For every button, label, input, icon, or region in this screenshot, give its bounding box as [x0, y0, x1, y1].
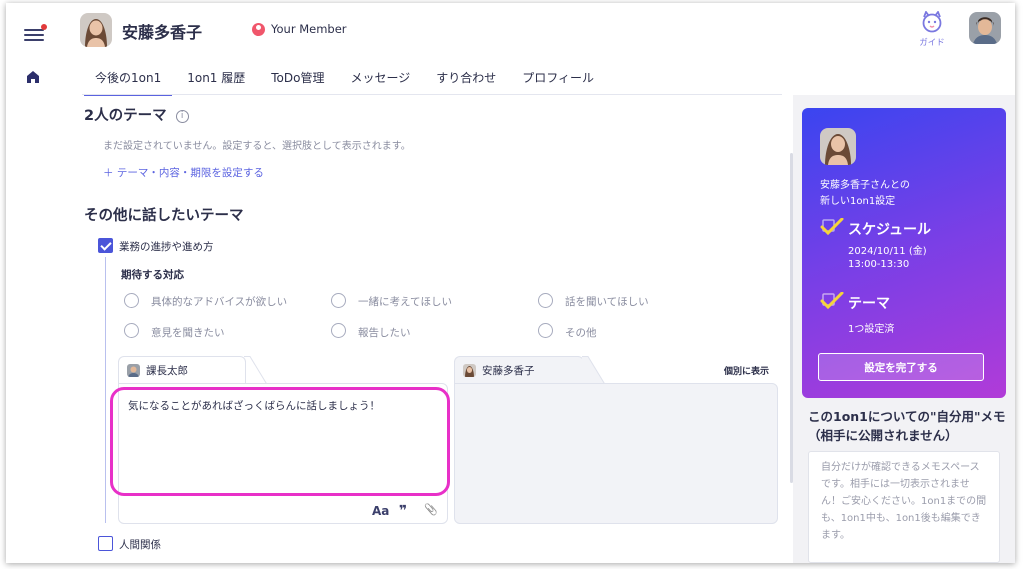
tab-alignment[interactable]: すり合わせ: [423, 66, 509, 96]
font-format-icon[interactable]: Aa: [372, 504, 389, 518]
option-label-listen: 話を聞いてほしい: [565, 296, 649, 308]
member-memo-tab: 安藤多香子: [454, 356, 584, 384]
member-mini-avatar: [463, 364, 476, 377]
option-label-report: 報告したい: [358, 327, 411, 339]
option-label-advice: 具体的なアドバイスが欲しい: [151, 296, 288, 308]
member-role-label: Your Member: [271, 22, 347, 36]
home-icon[interactable]: [26, 69, 40, 88]
guide-label: ガイド: [919, 38, 945, 48]
schedule-title: スケジュール: [848, 222, 932, 238]
progress-checkbox[interactable]: [98, 238, 113, 253]
card-intro-line1: 安藤多香子さんとの: [820, 180, 910, 191]
add-theme-link[interactable]: ＋ テーマ・内容・期限を設定する: [103, 165, 264, 180]
theme-count: 1つ設定済: [848, 324, 895, 335]
relationship-checkbox-label: 人間関係: [119, 539, 161, 551]
option-radio-think-together[interactable]: [331, 293, 346, 308]
card-member-avatar: [820, 128, 856, 165]
member-avatar: [80, 13, 112, 47]
card-intro: 安藤多香子さんとの 新しい1on1設定: [820, 178, 910, 210]
schedule-check-icon: [820, 218, 844, 236]
option-radio-listen[interactable]: [538, 293, 553, 308]
theme-title: テーマ: [848, 296, 890, 312]
tab-messages[interactable]: メッセージ: [337, 66, 423, 96]
self-memo-title-line2: （相手に公開されません）: [808, 428, 958, 443]
member-memo-box: [454, 383, 778, 524]
my-avatar[interactable]: [969, 12, 1001, 44]
manager-name: 課長太郎: [146, 365, 188, 377]
relationship-checkbox[interactable]: [98, 536, 113, 551]
theme-check-icon: [820, 292, 844, 310]
member-role: Your Member: [252, 22, 347, 36]
self-memo-textarea[interactable]: 自分だけが確認できるメモスペースです。相手には一切表示されません！ご安心ください…: [808, 451, 1000, 563]
manager-memo-text[interactable]: 気になることがあればざっくばらんに話しましょう！: [128, 398, 380, 413]
option-label-think-together: 一緒に考えてほしい: [358, 296, 452, 308]
member-tab-slant: [582, 356, 606, 385]
option-label-opinion: 意見を聞きたい: [151, 327, 225, 339]
info-icon[interactable]: i: [175, 110, 189, 123]
menu-icon[interactable]: [24, 24, 47, 43]
themes-empty-text: まだ設定されていません。設定すると、選択肢として表示されます。: [103, 141, 411, 152]
member-memo-name: 安藤多香子: [482, 365, 535, 377]
person-icon: [252, 22, 265, 36]
guide-button[interactable]: ガイド: [912, 10, 952, 48]
guide-icon: [922, 10, 942, 33]
option-radio-advice[interactable]: [124, 293, 139, 308]
option-radio-opinion[interactable]: [124, 323, 139, 338]
progress-checkbox-label: 業務の進捗や進め方: [119, 241, 214, 253]
expected-response-title: 期待する対応: [121, 269, 184, 281]
tab-divider: [82, 94, 782, 95]
manager-avatar: [127, 364, 140, 377]
attach-icon[interactable]: 📎: [424, 503, 438, 516]
self-memo-title: この1on1についての"自分用"メモ （相手に公開されません）: [808, 407, 1008, 445]
tab-upcoming-1on1[interactable]: 今後の1on1: [82, 66, 174, 96]
memo-tab-slant: [244, 356, 268, 385]
setup-card: 安藤多香子さんとの 新しい1on1設定 スケジュール 2024/10/11 (金…: [802, 108, 1006, 398]
notification-dot: [41, 24, 47, 30]
option-label-other: その他: [565, 327, 597, 339]
option-radio-other[interactable]: [538, 323, 553, 338]
nested-guide-line: [105, 257, 106, 523]
complete-setup-button[interactable]: 設定を完了する: [818, 353, 984, 381]
schedule-time: 13:00-13:30: [848, 259, 910, 270]
self-memo-title-line1: この1on1についての"自分用"メモ: [808, 409, 1006, 424]
option-radio-report[interactable]: [331, 323, 346, 338]
tab-todo[interactable]: ToDo管理: [258, 66, 337, 96]
quote-icon[interactable]: ❞: [399, 503, 407, 519]
separate-view-toggle[interactable]: 個別に表示: [724, 364, 769, 377]
tab-profile[interactable]: プロフィール: [509, 66, 607, 96]
app-window: 安藤多香子 Your Member ガイド 今後の1on1 1on1 履歴 To…: [6, 3, 1015, 563]
shared-themes-title: 2人のテーマ i: [84, 104, 189, 125]
card-intro-line2: 新しい1on1設定: [820, 196, 896, 207]
tab-1on1-history[interactable]: 1on1 履歴: [174, 66, 258, 96]
member-name: 安藤多香子: [122, 23, 203, 42]
manager-memo-tab: 課長太郎: [118, 356, 246, 384]
tab-bar: 今後の1on1 1on1 履歴 ToDo管理 メッセージ すり合わせ プロフィー…: [82, 66, 607, 96]
schedule-date: 2024/10/11 (金): [848, 246, 927, 257]
other-themes-title: その他に話したいテーマ: [84, 208, 244, 224]
